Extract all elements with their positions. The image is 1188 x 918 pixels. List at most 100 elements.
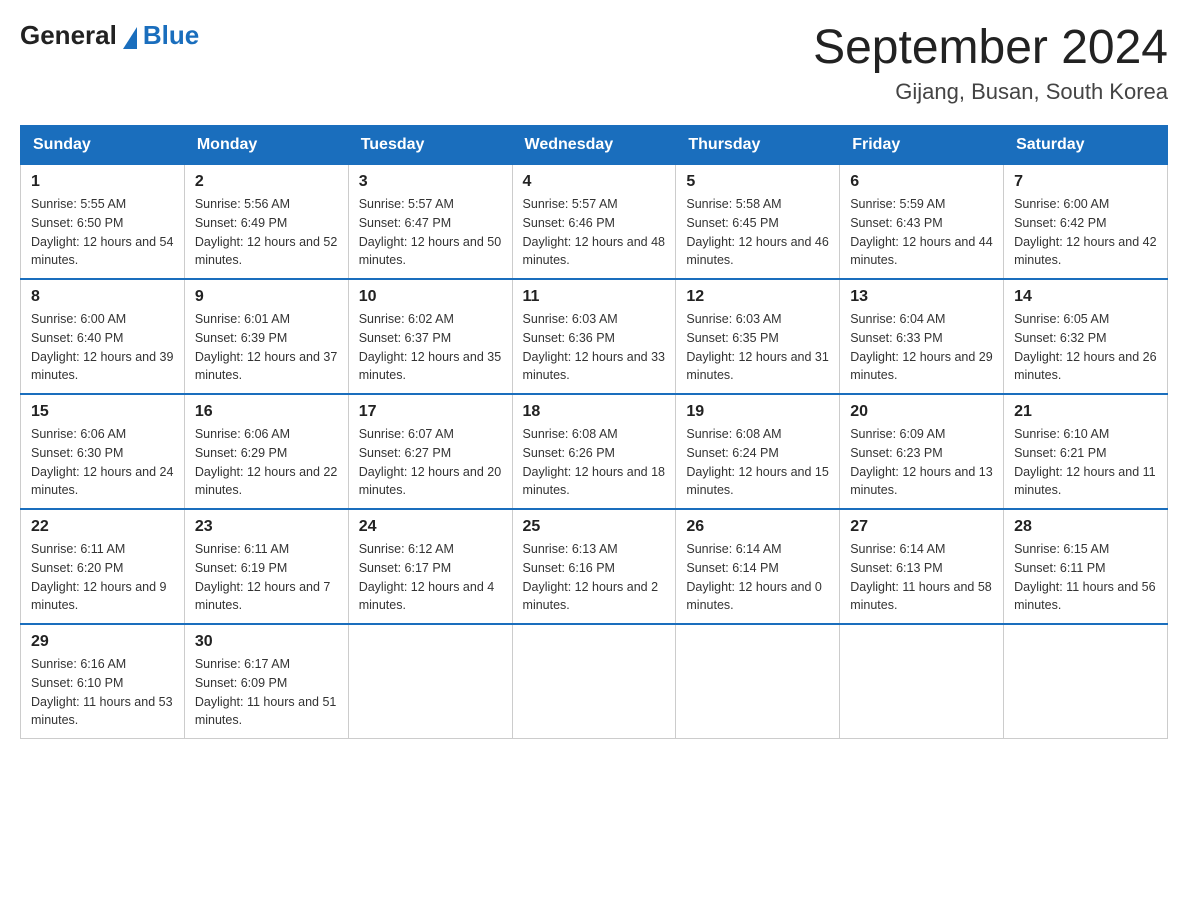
day-number: 6 [850,173,993,191]
day-info: Sunrise: 6:06 AMSunset: 6:29 PMDaylight:… [195,425,338,500]
cell-week1-day2: 3 Sunrise: 5:57 AMSunset: 6:47 PMDaylight… [348,165,512,280]
day-number: 21 [1014,403,1157,421]
cell-week1-day3: 4 Sunrise: 5:57 AMSunset: 6:46 PMDaylight… [512,165,676,280]
day-info: Sunrise: 6:04 AMSunset: 6:33 PMDaylight:… [850,310,993,385]
cell-week3-day2: 17Sunrise: 6:07 AMSunset: 6:27 PMDayligh… [348,394,512,509]
day-info: Sunrise: 6:02 AMSunset: 6:37 PMDaylight:… [359,310,502,385]
header-thursday: Thursday [676,126,840,165]
cell-week2-day5: 13 Sunrise: 6:04 AMSunset: 6:33 PMDayligh… [840,279,1004,394]
logo-general-text: General [20,20,117,51]
day-number: 7 [1014,173,1157,191]
day-info: Sunrise: 6:05 AMSunset: 6:32 PMDaylight:… [1014,310,1157,385]
day-info: Sunrise: 5:58 AMSunset: 6:45 PMDaylight:… [686,195,829,270]
day-number: 15 [31,403,174,421]
day-info: Sunrise: 5:57 AMSunset: 6:46 PMDaylight:… [523,195,666,270]
header-wednesday: Wednesday [512,126,676,165]
cell-week5-day0: 29 Sunrise: 6:16 AMSunset: 6:10 PMDayligh… [21,624,185,739]
day-info: Sunrise: 6:15 AMSunset: 6:11 PMDaylight:… [1014,540,1157,615]
calendar-title: September 2024 [813,20,1168,75]
cell-week1-day0: 1 Sunrise: 5:55 AMSunset: 6:50 PMDaylight… [21,165,185,280]
week-row-2: 8 Sunrise: 6:00 AMSunset: 6:40 PMDaylight… [21,279,1168,394]
day-info: Sunrise: 6:09 AMSunset: 6:23 PMDaylight:… [850,425,993,500]
day-number: 17 [359,403,502,421]
cell-week2-day3: 11 Sunrise: 6:03 AMSunset: 6:36 PMDayligh… [512,279,676,394]
calendar-subtitle: Gijang, Busan, South Korea [813,79,1168,105]
calendar-table: SundayMondayTuesdayWednesdayThursdayFrid… [20,125,1168,739]
day-info: Sunrise: 6:13 AMSunset: 6:16 PMDaylight:… [523,540,666,615]
header-tuesday: Tuesday [348,126,512,165]
day-number: 14 [1014,288,1157,306]
day-info: Sunrise: 6:08 AMSunset: 6:24 PMDaylight:… [686,425,829,500]
day-info: Sunrise: 6:01 AMSunset: 6:39 PMDaylight:… [195,310,338,385]
cell-week2-day6: 14 Sunrise: 6:05 AMSunset: 6:32 PMDayligh… [1004,279,1168,394]
cell-week1-day6: 7 Sunrise: 6:00 AMSunset: 6:42 PMDaylight… [1004,165,1168,280]
cell-week4-day6: 28Sunrise: 6:15 AMSunset: 6:11 PMDayligh… [1004,509,1168,624]
cell-week2-day2: 10 Sunrise: 6:02 AMSunset: 6:37 PMDayligh… [348,279,512,394]
day-number: 16 [195,403,338,421]
day-info: Sunrise: 6:03 AMSunset: 6:35 PMDaylight:… [686,310,829,385]
day-info: Sunrise: 6:14 AMSunset: 6:13 PMDaylight:… [850,540,993,615]
cell-week5-day4 [676,624,840,739]
logo-arrow-icon [123,27,137,49]
day-number: 11 [523,288,666,306]
cell-week3-day1: 16 Sunrise: 6:06 AMSunset: 6:29 PMDayligh… [184,394,348,509]
logo-blue-text: Blue [143,20,199,51]
week-row-5: 29 Sunrise: 6:16 AMSunset: 6:10 PMDayligh… [21,624,1168,739]
cell-week5-day1: 30Sunrise: 6:17 AMSunset: 6:09 PMDayligh… [184,624,348,739]
day-info: Sunrise: 6:16 AMSunset: 6:10 PMDaylight:… [31,655,174,730]
cell-week3-day3: 18 Sunrise: 6:08 AMSunset: 6:26 PMDayligh… [512,394,676,509]
header-friday: Friday [840,126,1004,165]
day-number: 10 [359,288,502,306]
logo: General Blue [20,20,199,51]
week-row-4: 22 Sunrise: 6:11 AMSunset: 6:20 PMDayligh… [21,509,1168,624]
day-info: Sunrise: 5:57 AMSunset: 6:47 PMDaylight:… [359,195,502,270]
day-info: Sunrise: 5:59 AMSunset: 6:43 PMDaylight:… [850,195,993,270]
day-info: Sunrise: 6:12 AMSunset: 6:17 PMDaylight:… [359,540,502,615]
day-number: 22 [31,518,174,536]
day-info: Sunrise: 6:00 AMSunset: 6:42 PMDaylight:… [1014,195,1157,270]
day-number: 9 [195,288,338,306]
weekday-header-row: SundayMondayTuesdayWednesdayThursdayFrid… [21,126,1168,165]
day-number: 18 [523,403,666,421]
day-number: 25 [523,518,666,536]
cell-week2-day1: 9 Sunrise: 6:01 AMSunset: 6:39 PMDaylight… [184,279,348,394]
cell-week1-day4: 5 Sunrise: 5:58 AMSunset: 6:45 PMDaylight… [676,165,840,280]
day-number: 26 [686,518,829,536]
day-number: 5 [686,173,829,191]
cell-week4-day0: 22 Sunrise: 6:11 AMSunset: 6:20 PMDayligh… [21,509,185,624]
top-section: General Blue September 2024 Gijang, Busa… [20,20,1168,105]
day-number: 8 [31,288,174,306]
day-number: 19 [686,403,829,421]
day-info: Sunrise: 6:08 AMSunset: 6:26 PMDaylight:… [523,425,666,500]
day-info: Sunrise: 6:11 AMSunset: 6:19 PMDaylight:… [195,540,338,615]
header-sunday: Sunday [21,126,185,165]
day-number: 3 [359,173,502,191]
header-monday: Monday [184,126,348,165]
day-number: 20 [850,403,993,421]
day-info: Sunrise: 6:11 AMSunset: 6:20 PMDaylight:… [31,540,174,615]
day-number: 1 [31,173,174,191]
day-number: 4 [523,173,666,191]
cell-week4-day3: 25 Sunrise: 6:13 AMSunset: 6:16 PMDayligh… [512,509,676,624]
cell-week3-day5: 20 Sunrise: 6:09 AMSunset: 6:23 PMDayligh… [840,394,1004,509]
day-number: 24 [359,518,502,536]
cell-week4-day1: 23 Sunrise: 6:11 AMSunset: 6:19 PMDayligh… [184,509,348,624]
cell-week2-day0: 8 Sunrise: 6:00 AMSunset: 6:40 PMDaylight… [21,279,185,394]
day-info: Sunrise: 5:56 AMSunset: 6:49 PMDaylight:… [195,195,338,270]
day-info: Sunrise: 6:10 AMSunset: 6:21 PMDaylight:… [1014,425,1157,500]
cell-week4-day4: 26 Sunrise: 6:14 AMSunset: 6:14 PMDayligh… [676,509,840,624]
day-info: Sunrise: 5:55 AMSunset: 6:50 PMDaylight:… [31,195,174,270]
cell-week1-day5: 6 Sunrise: 5:59 AMSunset: 6:43 PMDaylight… [840,165,1004,280]
week-row-3: 15Sunrise: 6:06 AMSunset: 6:30 PMDayligh… [21,394,1168,509]
day-number: 23 [195,518,338,536]
day-number: 12 [686,288,829,306]
day-info: Sunrise: 6:03 AMSunset: 6:36 PMDaylight:… [523,310,666,385]
day-number: 29 [31,633,174,651]
day-info: Sunrise: 6:14 AMSunset: 6:14 PMDaylight:… [686,540,829,615]
day-number: 27 [850,518,993,536]
cell-week3-day0: 15Sunrise: 6:06 AMSunset: 6:30 PMDayligh… [21,394,185,509]
day-number: 30 [195,633,338,651]
day-number: 13 [850,288,993,306]
day-info: Sunrise: 6:00 AMSunset: 6:40 PMDaylight:… [31,310,174,385]
cell-week3-day6: 21 Sunrise: 6:10 AMSunset: 6:21 PMDayligh… [1004,394,1168,509]
